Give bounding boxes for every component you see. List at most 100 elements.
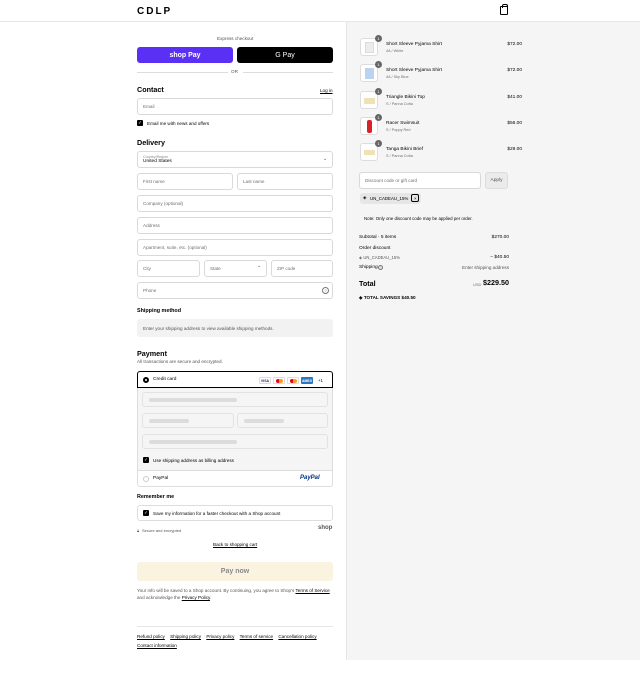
item-price: $72.00 [507, 68, 522, 73]
paypal-radio[interactable] [143, 476, 149, 482]
news-label: Email me with news and offers [147, 121, 210, 126]
item-name: Tanga Bikini Brief [386, 147, 424, 152]
secure-text: Secure and encrypted [142, 528, 182, 533]
save-info-label: Save my information for a faster checkou… [153, 511, 281, 516]
shipping-policy-link[interactable]: Shipping policy [170, 634, 201, 639]
order-summary: 1 Short Sleeve Pyjama Shirt 4A / White $… [346, 22, 640, 660]
shipping-help-icon[interactable]: ? [378, 265, 383, 270]
quantity-badge: 1 [375, 140, 382, 147]
visa-icon: VISA [259, 377, 271, 384]
total-savings: ◈ TOTAL SAVINGS $40.50 [359, 295, 416, 300]
delivery-title: Delivery [137, 138, 165, 147]
zip-field[interactable]: ZIP code [271, 260, 333, 277]
payment-title: Payment [137, 349, 167, 358]
contact-title: Contact [137, 85, 164, 94]
paypal-logo: PayPal [300, 475, 320, 481]
first-name-field[interactable]: First name [137, 173, 233, 190]
discount-code-line: ◈ UN_CADEAU_15% [359, 255, 400, 260]
discount-note: Note: Only one discount code may be appl… [364, 216, 473, 221]
remember-title: Remember me [137, 494, 175, 500]
item-name: Short Sleeve Pyjama Shirt [386, 68, 442, 73]
quantity-badge: 1 [375, 114, 382, 121]
name-on-card-field[interactable] [142, 434, 328, 449]
login-link[interactable]: Log in [320, 88, 333, 93]
credit-card-label: Credit card [153, 377, 177, 382]
payment-subtitle: All transactions are secure and encrypte… [137, 359, 223, 364]
footer-links: Refund policy Shipping policy Privacy po… [137, 632, 337, 650]
paypal-label: PayPal [153, 476, 169, 481]
refund-policy-link[interactable]: Refund policy [137, 634, 165, 639]
total-label: Total [359, 279, 376, 288]
item-price: $29.00 [507, 147, 522, 152]
top-bar: CDLP [0, 0, 640, 22]
item-variant: S / Poppy Red [386, 128, 411, 132]
save-info-checkbox[interactable]: ✓ [143, 510, 149, 516]
order-discount-label: Order discount [359, 246, 391, 251]
remove-code-icon[interactable]: × [411, 194, 420, 202]
apply-button[interactable]: Apply [485, 172, 508, 189]
privacy-link[interactable]: Privacy Policy [182, 595, 210, 600]
country-select[interactable]: Country/Region United States [137, 151, 333, 168]
news-checkbox[interactable]: ✓ [137, 120, 143, 126]
item-price: $41.00 [507, 95, 522, 100]
security-code-field[interactable] [237, 413, 328, 428]
card-number-field[interactable] [142, 392, 328, 407]
city-field[interactable]: City [137, 260, 200, 277]
credit-card-radio[interactable] [143, 377, 149, 383]
contact-information-link[interactable]: Contact information [137, 643, 177, 648]
divider-left [137, 72, 228, 73]
terms-of-service-link[interactable]: Terms of service [240, 634, 273, 639]
legal-text: Your info will be saved to a Shop accoun… [137, 588, 330, 600]
help-icon[interactable]: ? [322, 287, 329, 294]
privacy-policy-link[interactable]: Privacy policy [206, 634, 234, 639]
total-value: $229.50 [483, 278, 509, 287]
store-logo[interactable]: CDLP [137, 6, 172, 17]
item-price: $56.00 [507, 121, 522, 126]
item-name: Racer Swimsuit [386, 121, 420, 126]
credit-card-option[interactable]: Credit card VISA AMEX +1 [137, 371, 333, 388]
express-checkout-title: Express checkout [217, 36, 254, 41]
item-price: $72.00 [507, 42, 522, 47]
checkout-form: Express checkout shop Pay G Pay OR Conta… [0, 22, 346, 687]
email-field[interactable]: Email [137, 98, 333, 115]
more-cards: +1 [318, 378, 323, 383]
remember-box: ✓ Save my information for a faster check… [137, 505, 333, 521]
back-to-cart-link[interactable]: Back to shopping cart [213, 542, 257, 547]
expiry-field[interactable] [142, 413, 234, 428]
amex-icon: AMEX [301, 377, 313, 384]
item-name: Short Sleeve Pyjama Shirt [386, 42, 442, 47]
item-variant: 4A / White [386, 49, 404, 53]
quantity-badge: 1 [375, 35, 382, 42]
chevron-down-icon: ⌄ [323, 156, 328, 162]
shipping-value: Enter shipping address [462, 265, 509, 270]
billing-checkbox[interactable]: ✓ [143, 457, 149, 463]
bag-icon[interactable] [500, 4, 508, 15]
google-pay-button[interactable]: G Pay [237, 47, 333, 63]
item-variant: 4A / Sky Blue [386, 75, 409, 79]
phone-field[interactable]: Phone [137, 282, 333, 299]
lock-icon: 🔒︎ [137, 528, 140, 533]
apartment-field[interactable]: Apartment, suite, etc. (optional) [137, 239, 333, 256]
address-field[interactable]: Address [137, 217, 333, 234]
shop-logo: shop [318, 525, 333, 531]
item-name: Triangle Bikini Top [386, 95, 425, 100]
pay-now-button[interactable]: Pay now [137, 562, 333, 581]
quantity-badge: 1 [375, 61, 382, 68]
mastercard-icon [273, 377, 285, 384]
terms-link[interactable]: Terms of Service [295, 588, 329, 593]
shop-pay-button[interactable]: shop Pay [137, 47, 233, 63]
last-name-field[interactable]: Last name [237, 173, 333, 190]
cancellation-policy-link[interactable]: Cancellation policy [278, 634, 316, 639]
item-variant: S / Panna Cotta [386, 154, 413, 158]
cart-items: 1 Short Sleeve Pyjama Shirt 4A / White $… [360, 35, 560, 188]
discount-tag: ◈ UN_CADEAU_15% × [360, 193, 422, 204]
company-field[interactable]: Company (optional) [137, 195, 333, 212]
tag-icon: ◈ [363, 195, 367, 200]
shipping-note: Enter your shipping address to view avai… [137, 319, 333, 337]
discount-code-field[interactable]: Discount code or gift card [359, 172, 481, 189]
paypal-option[interactable]: PayPal PayPal [137, 470, 333, 487]
quantity-badge: 1 [375, 88, 382, 95]
item-variant: S / Panna Cotta [386, 102, 413, 106]
footer-divider [137, 626, 333, 627]
card-fields-panel: ✓ Use shipping address as billing addres… [137, 388, 333, 470]
